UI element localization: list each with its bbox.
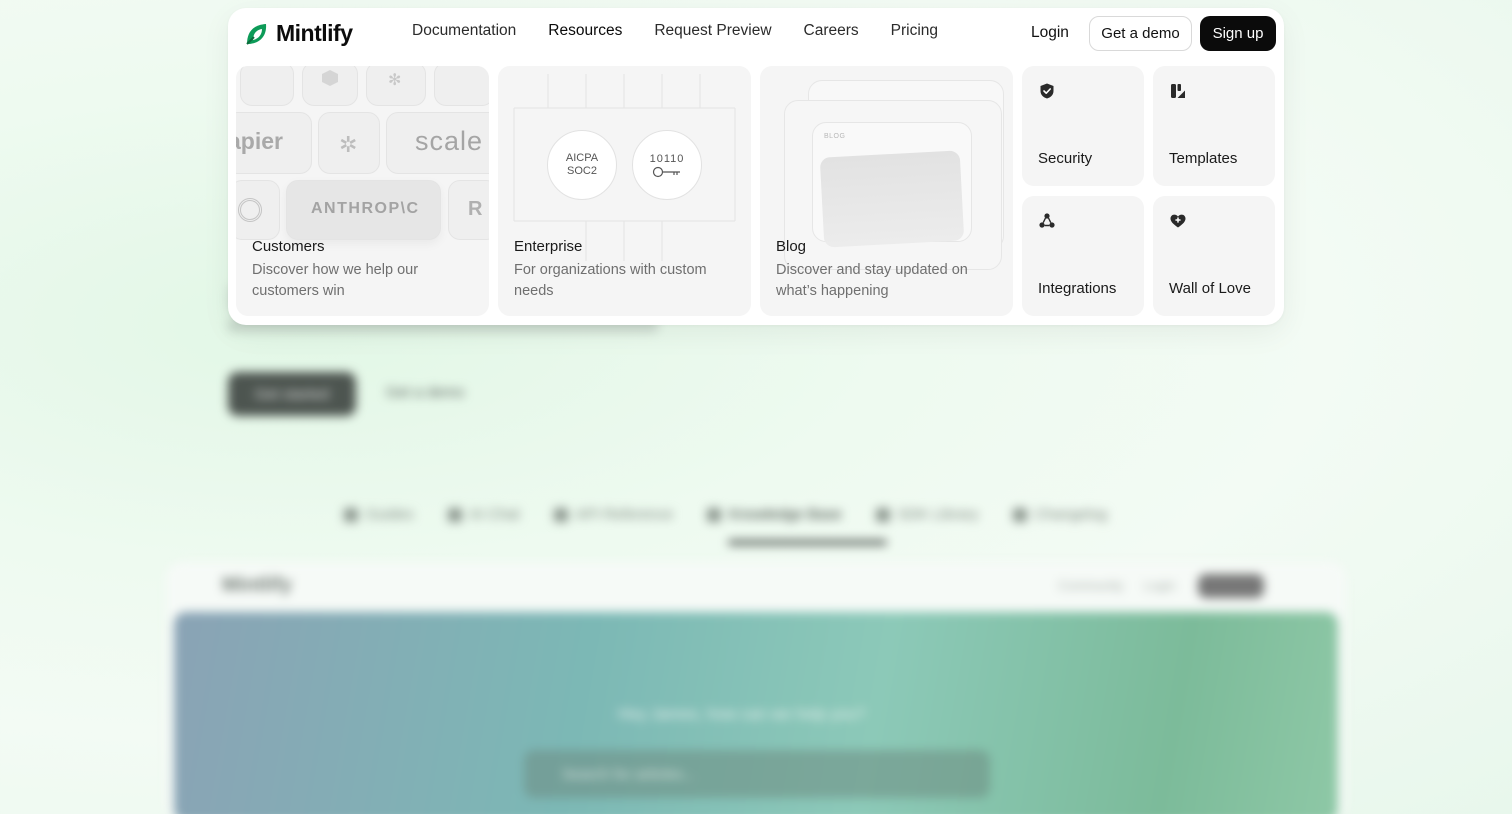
shield-check-icon xyxy=(1040,83,1054,99)
active-tab-indicator xyxy=(728,540,887,545)
signup-button[interactable]: Sign up xyxy=(1200,16,1276,51)
brand-logo[interactable]: Mintlify xyxy=(244,20,353,47)
preview-question: Hey James, how can we help you? xyxy=(618,706,866,723)
tab-guides[interactable]: Guides xyxy=(344,506,414,523)
nav-request-preview[interactable]: Request Preview xyxy=(654,22,771,40)
templates-card[interactable]: Templates xyxy=(1153,66,1275,186)
enterprise-title: Enterprise xyxy=(514,238,583,255)
hero-get-demo-link[interactable]: Get a demo xyxy=(386,384,464,401)
knowledge-base-icon xyxy=(707,507,722,522)
soc2-badge: AICPA SOC2 xyxy=(547,130,617,200)
customers-logo-collage: ✻ apier ✲ scale ANTHROP\C R xyxy=(236,66,489,241)
preview-community-link[interactable]: Community xyxy=(1058,578,1124,593)
api-reference-icon xyxy=(553,507,568,522)
main-nav: Documentation Resources Request Preview … xyxy=(412,22,938,40)
enterprise-card[interactable]: AICPA SOC2 10110 Enterprise For organiza… xyxy=(498,66,751,316)
rings-logo-icon xyxy=(238,198,262,222)
blog-card[interactable]: BLOG Blog Discover and stay updated on w… xyxy=(760,66,1013,316)
brand-name: Mintlify xyxy=(276,20,353,46)
preview-login-link[interactable]: Login xyxy=(1144,578,1176,593)
encryption-badge: 10110 xyxy=(632,130,702,200)
nav-documentation[interactable]: Documentation xyxy=(412,22,516,40)
preview-search-input[interactable]: Search for articles... xyxy=(524,750,990,798)
flower-logo-icon: ✻ xyxy=(388,72,402,89)
heart-badge-icon xyxy=(1170,214,1186,228)
security-label: Security xyxy=(1038,150,1093,167)
guides-icon xyxy=(344,507,358,522)
key-icon xyxy=(652,166,680,177)
changelog-icon xyxy=(1012,507,1027,522)
get-started-button[interactable]: Get started xyxy=(228,372,356,416)
integrations-card[interactable]: Integrations xyxy=(1022,196,1144,316)
sdk-library-icon xyxy=(875,507,890,522)
tab-sdk-library[interactable]: SDK Library xyxy=(875,506,979,523)
templates-icon xyxy=(1171,84,1185,98)
mintlify-leaf-icon xyxy=(246,23,267,45)
customers-card[interactable]: ✻ apier ✲ scale ANTHROP\C R Customers Di… xyxy=(236,66,489,316)
tab-api-reference[interactable]: API Reference xyxy=(553,506,673,523)
security-card[interactable]: Security xyxy=(1022,66,1144,186)
bug-logo-icon: ✲ xyxy=(339,132,358,157)
enterprise-description: For organizations with custom needs xyxy=(514,262,707,299)
preview-signup-button[interactable] xyxy=(1198,574,1264,598)
blog-title: Blog xyxy=(776,238,807,255)
preview-logo: Mintlify xyxy=(222,574,292,596)
tab-ai-chat[interactable]: AI Chat xyxy=(447,506,520,523)
login-link[interactable]: Login xyxy=(1031,24,1069,42)
nav-resources[interactable]: Resources xyxy=(548,22,622,40)
tab-changelog[interactable]: Changelog xyxy=(1012,506,1107,523)
blog-description: Discover and stay updated on what’s happ… xyxy=(776,262,968,299)
anthropic-logo: ANTHROP\C xyxy=(311,200,420,217)
get-demo-button[interactable]: Get a demo xyxy=(1089,16,1192,51)
product-tabs: Guides AI Chat API Reference Knowledge B… xyxy=(344,506,1107,523)
integrations-label: Integrations xyxy=(1038,280,1117,297)
customers-title: Customers xyxy=(252,238,325,255)
wall-of-love-label: Wall of Love xyxy=(1169,280,1251,297)
wall-of-love-card[interactable]: Wall of Love xyxy=(1153,196,1275,316)
integrations-icon xyxy=(1039,213,1055,228)
nav-careers[interactable]: Careers xyxy=(804,22,859,40)
enterprise-grid-art xyxy=(513,74,736,261)
resources-dropdown-panel: Mintlify Documentation Resources Request… xyxy=(228,8,1284,325)
scale-logo: scale xyxy=(415,126,484,156)
ai-chat-icon xyxy=(447,507,462,522)
nav-pricing[interactable]: Pricing xyxy=(891,22,938,40)
zapier-logo: apier xyxy=(236,128,283,154)
r-logo: R xyxy=(468,198,483,220)
customers-description: Discover how we help our customers win xyxy=(252,262,419,299)
preview-nav: Community Login xyxy=(1058,578,1176,593)
blog-image-placeholder xyxy=(819,150,965,248)
blog-art-label: BLOG xyxy=(824,133,846,140)
tab-knowledge-base[interactable]: Knowledge Base xyxy=(707,506,842,523)
templates-label: Templates xyxy=(1169,150,1238,167)
